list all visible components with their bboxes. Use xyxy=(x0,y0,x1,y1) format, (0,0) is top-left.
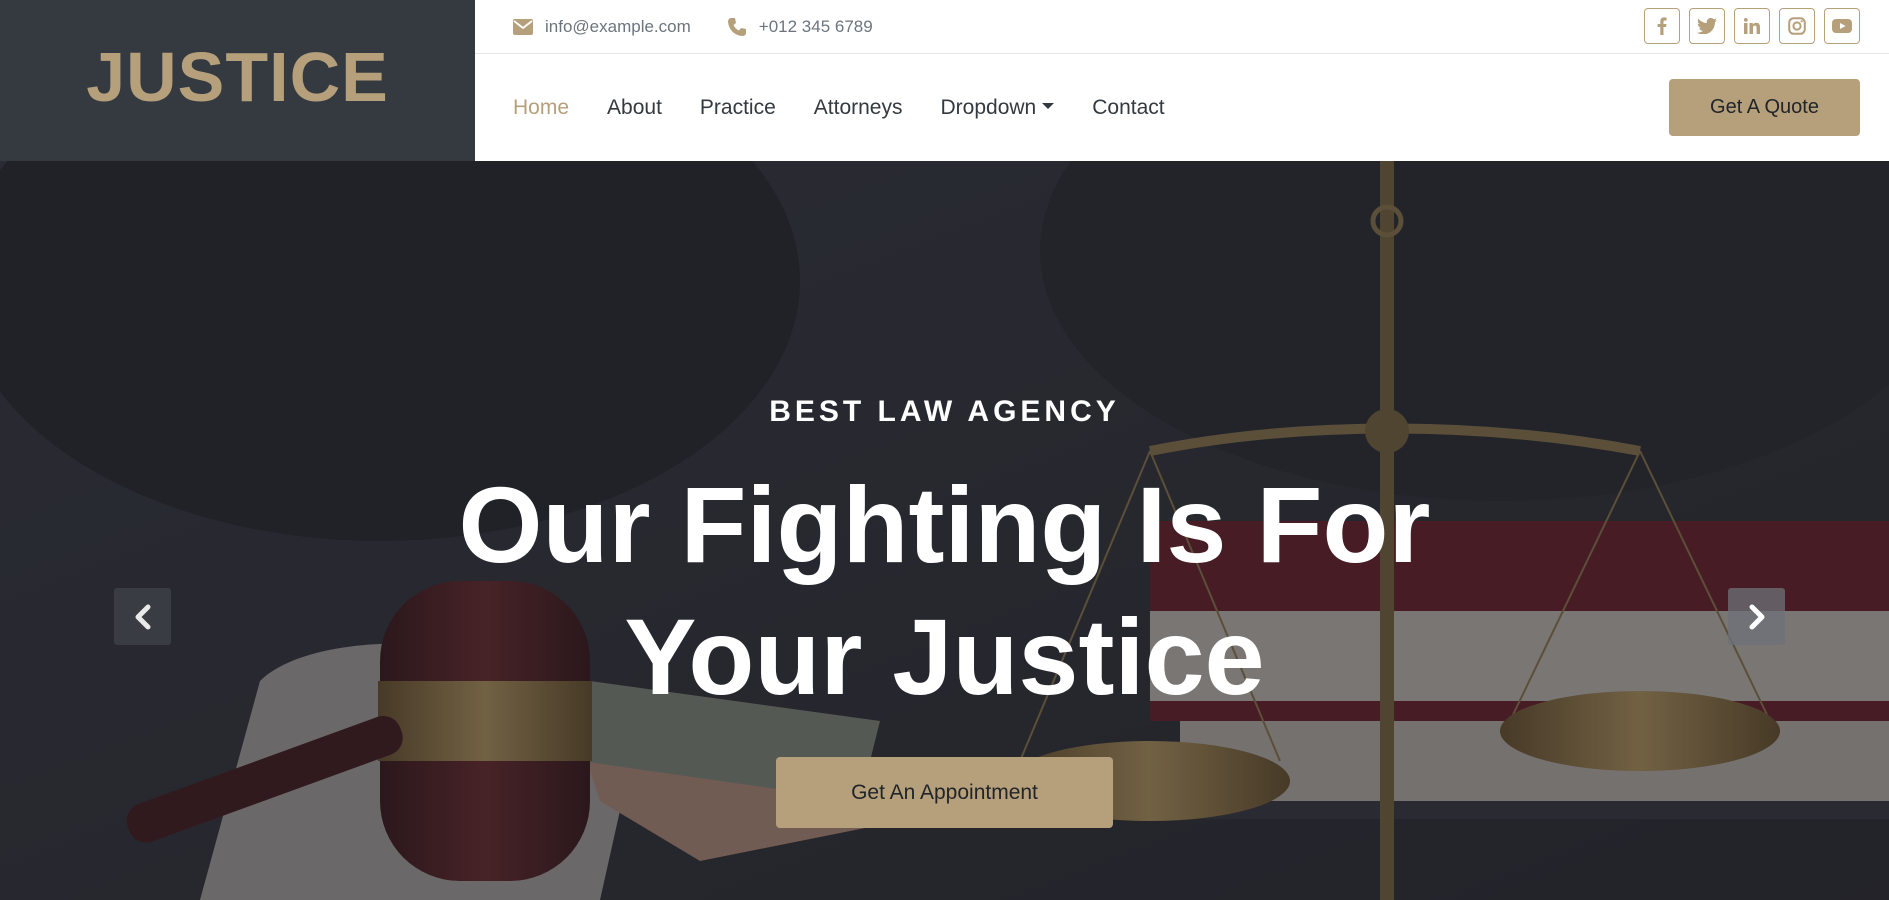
social-links xyxy=(1644,8,1860,44)
nav-item-practice[interactable]: Practice xyxy=(700,96,776,120)
brand-block[interactable]: JUSTICE xyxy=(0,0,475,161)
main-navbar: Home About Practice Attorneys Dropdown C… xyxy=(475,54,1889,161)
instagram-icon xyxy=(1788,17,1806,35)
nav-item-about[interactable]: About xyxy=(607,96,662,120)
linkedin-icon xyxy=(1744,18,1760,34)
phone-icon xyxy=(727,17,746,36)
email-text: info@example.com xyxy=(545,16,691,36)
site-header: JUSTICE info@example.com +012 345 6789 H… xyxy=(0,0,1889,161)
nav-item-dropdown-label: Dropdown xyxy=(940,95,1037,119)
hero-title: Our Fighting Is For Your Justice xyxy=(458,464,1431,717)
phone-contact[interactable]: +012 345 6789 xyxy=(727,17,873,37)
get-appointment-button[interactable]: Get An Appointment xyxy=(776,757,1113,828)
caret-down-icon xyxy=(1042,103,1055,109)
nav-item-home[interactable]: Home xyxy=(513,96,569,120)
instagram-button[interactable] xyxy=(1779,8,1815,44)
carousel-prev-button[interactable] xyxy=(114,588,171,645)
linkedin-button[interactable] xyxy=(1734,8,1770,44)
youtube-button[interactable] xyxy=(1824,8,1860,44)
nav-item-contact[interactable]: Contact xyxy=(1092,96,1164,120)
phone-text: +012 345 6789 xyxy=(758,16,873,36)
topbar: info@example.com +012 345 6789 xyxy=(475,0,1889,54)
twitter-icon xyxy=(1697,18,1717,34)
youtube-icon xyxy=(1832,19,1852,33)
chevron-right-icon xyxy=(1749,604,1764,629)
facebook-icon xyxy=(1657,17,1667,35)
envelope-icon xyxy=(513,18,533,35)
nav-item-dropdown[interactable]: Dropdown xyxy=(941,96,1055,120)
email-contact[interactable]: info@example.com xyxy=(513,17,691,37)
hero-subtitle: BEST LAW AGENCY xyxy=(769,395,1120,428)
hero-content: BEST LAW AGENCY Our Fighting Is For Your… xyxy=(0,161,1889,900)
hero-carousel: BEST LAW AGENCY Our Fighting Is For Your… xyxy=(0,161,1889,900)
chevron-left-icon xyxy=(135,604,150,629)
brand-logo[interactable]: JUSTICE xyxy=(86,42,389,112)
nav-item-attorneys[interactable]: Attorneys xyxy=(814,96,903,120)
facebook-button[interactable] xyxy=(1644,8,1680,44)
carousel-next-button[interactable] xyxy=(1728,588,1785,645)
nav-links: Home About Practice Attorneys Dropdown C… xyxy=(513,96,1203,120)
get-quote-button[interactable]: Get A Quote xyxy=(1669,79,1860,136)
twitter-button[interactable] xyxy=(1689,8,1725,44)
